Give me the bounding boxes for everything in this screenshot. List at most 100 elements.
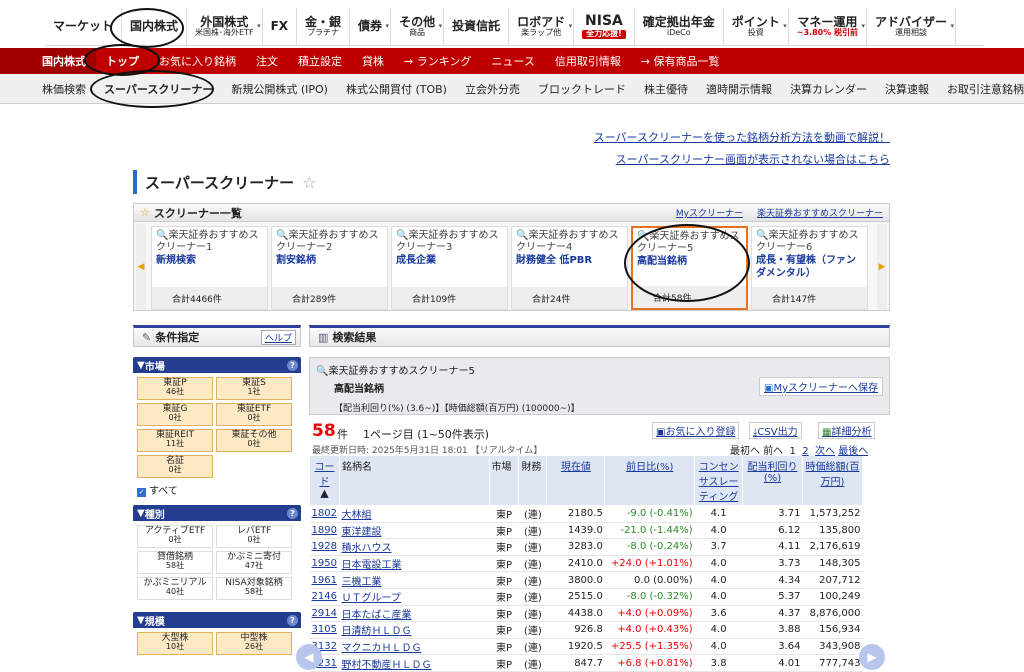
help-icon[interactable]: ? [287,359,298,371]
local-nav-item[interactable]: 信用取引情報 [545,53,631,69]
next-page-link[interactable]: 次へ [815,446,835,457]
stock-code[interactable]: 2146 [309,588,340,606]
scroll-right-arrow[interactable]: ▶ [877,224,887,310]
stock-name[interactable]: 野村不動産ＨＬＤＧ [339,654,489,672]
stock-code[interactable]: 1950 [309,555,340,573]
global-nav-item[interactable]: 金・銀 プラチナ [297,7,351,46]
stock-name[interactable]: 三機工業 [339,571,489,589]
sub-nav-item[interactable]: 株価検索 [0,81,95,97]
table-row[interactable]: 3132 マクニカＨＬＤＧ 東P (連) 1920.5 +25.5 (+1.35%) 4.0… [309,638,863,656]
global-nav-item[interactable]: 債券 ▾ [350,7,392,46]
stock-code[interactable]: 1928 [309,538,340,556]
sub-nav-item[interactable]: 株主優待 [635,81,697,97]
star-icon[interactable]: ☆ [302,173,316,192]
prev-page-link[interactable]: 前へ [763,446,783,457]
filter-button[interactable]: 大型株 10社 [137,632,213,655]
table-row[interactable]: 3231 野村不動産ＨＬＤＧ 東P (連) 847.7 +6.8 (+0.81%) 3.8 4… [309,654,863,672]
screener-card[interactable]: 🔍楽天証券おすすめスクリーナー3 成長企業 合計109件 [391,226,508,310]
screener-card[interactable]: 🔍楽天証券おすすめスクリーナー2 割安銘柄 合計289件 [271,226,388,310]
stock-name[interactable]: 日清紡ＨＬＤＧ [339,621,489,639]
filter-button[interactable]: レバETF 0社 [216,525,292,548]
global-nav-item[interactable]: FX [263,7,298,46]
help-icon[interactable]: ? [287,614,298,626]
table-row[interactable]: 1961 三機工業 東P (連) 3800.0 0.0 (0.00%) 4.0 4.34 207… [309,571,863,589]
local-nav-item[interactable]: 積立設定 [288,53,352,69]
sub-nav-item[interactable]: 決算速報 [876,81,938,97]
my-screener-link[interactable]: Myスクリーナー [676,206,749,219]
stock-name[interactable]: ＵＴグループ [339,588,489,606]
add-favorite-button[interactable]: ▣お気に入り登録 [652,422,740,439]
table-header[interactable]: 配当利回り(%) [742,455,803,506]
stock-name[interactable]: 日本たばこ産業 [339,605,489,623]
filter-button[interactable]: 東証P 46社 [137,377,213,400]
global-nav-item[interactable]: その他 商品 ▾ [391,7,445,46]
table-header[interactable]: 前日比(%) [604,455,696,506]
sub-nav-item[interactable]: 立会外分売 [456,81,529,97]
filter-button[interactable]: 名証 0社 [137,455,213,478]
global-nav-item[interactable]: 外国株式 米国株･海外ETF ▾ [187,7,263,46]
stock-name[interactable]: 大林組 [339,505,489,523]
table-row[interactable]: 2146 ＵＴグループ 東P (連) 2515.0 -8.0 (-0.32%) 4.0 5.3… [309,588,863,606]
checkbox-icon[interactable]: ✓ [137,488,146,497]
filter-button[interactable]: 東証その他 0社 [216,429,292,452]
market-section-header[interactable]: ▼ 市場? [133,357,301,373]
table-row[interactable]: 1890 東洋建設 東P (連) 1439.0 -21.0 (-1.44%) 4.0 6.12… [309,522,863,540]
save-my-screener-button[interactable]: ▣Myスクリーナーへ保存 [759,377,883,396]
local-nav-item[interactable]: ニュース [481,53,544,69]
global-nav-item[interactable]: NISA 全力応援! [574,7,635,46]
stock-name[interactable]: マクニカＨＬＤＧ [339,638,489,656]
global-nav-item[interactable]: 投資信託 [444,7,510,46]
sub-nav-item[interactable]: 適時開示情報 [697,81,781,97]
local-nav-item[interactable]: 貸株 [352,53,394,69]
scale-section-header[interactable]: ▼ 規模? [133,612,301,628]
scroll-left-arrow[interactable]: ◀ [136,224,146,310]
stock-name[interactable]: 東洋建設 [339,522,489,540]
stock-code[interactable]: 3105 [309,621,340,639]
filter-button[interactable]: 貸借銘柄 58社 [137,551,213,574]
screener-card[interactable]: 🔍楽天証券おすすめスクリーナー4 財務健全 低PBR 合計24件 [511,226,628,310]
stock-name[interactable]: 積水ハウス [339,538,489,556]
display-help-link[interactable]: スーパースクリーナー画面が表示されない場合はこちら [616,151,890,167]
select-all-checkbox[interactable]: ✓ すべて [133,482,301,501]
filter-button[interactable]: アクティブETF 0社 [137,525,213,548]
filter-button[interactable]: 東証REIT 11社 [137,429,213,452]
filter-button[interactable]: 中型株 26社 [216,632,292,655]
global-nav-item[interactable]: ポイント 投資 ▾ [724,7,789,46]
table-header[interactable]: 時価総額(百万円) [801,455,864,506]
help-button[interactable]: ヘルプ [260,329,296,345]
table-header[interactable]: 現在値 [546,455,606,506]
local-nav-item[interactable]: お気に入り銘柄 [149,53,246,69]
filter-button[interactable]: 東証ETF 0社 [216,403,292,426]
table-row[interactable]: 1950 日本電設工業 東P (連) 2410.0 +24.0 (+1.01%) 4.0 3.… [309,555,863,573]
screener-card[interactable]: 🔍楽天証券おすすめスクリーナー1 新規検索 合計4466件 [151,226,268,310]
filter-button[interactable]: NISA対象銘柄 58社 [216,577,292,600]
sub-nav-item[interactable]: ブロックトレード [529,81,635,97]
local-nav-item[interactable]: → 保有商品一覧 [631,53,730,69]
table-header[interactable]: コンセンサスレーティング [694,455,744,506]
stock-code[interactable]: 1890 [309,522,340,540]
sub-nav-item[interactable]: 新規公開株式 (IPO) [222,81,337,97]
detail-analysis-button[interactable]: ▦詳細分析 [818,422,876,439]
table-row[interactable]: 3105 日清紡ＨＬＤＧ 東P (連) 926.8 +4.0 (+0.43%) 4.0 3.8… [309,621,863,639]
screener-card[interactable]: 🔍楽天証券おすすめスクリーナー6 成長・有望株（ファンダメンタル） 合計147件 [751,226,868,310]
table-row[interactable]: 1802 大林組 東P (連) 2180.5 -9.0 (-0.41%) 4.1 3.71 1,… [309,505,863,523]
global-nav-item[interactable]: ロボアド 楽ラップ他 ▾ [509,7,575,46]
recommended-screener-link[interactable]: 楽天証券おすすめスクリーナー [757,206,889,219]
table-row[interactable]: 2914 日本たばこ産業 東P (連) 4438.0 +4.0 (+0.09%) 3.6 4.… [309,605,863,623]
page-2-link[interactable]: 2 [802,446,808,457]
table-row[interactable]: 1928 積水ハウス 東P (連) 3283.0 -8.0 (-0.24%) 3.7 4.11… [309,538,863,556]
filter-button[interactable]: 東証G 0社 [137,403,213,426]
sort-asc-icon[interactable]: ▲ [321,488,329,499]
video-help-link[interactable]: スーパースクリーナーを使った銘柄分析方法を動画で解説！ [594,129,890,145]
first-page-link[interactable]: 最初へ [730,446,760,457]
sub-nav-item[interactable]: 決算カレンダー [781,81,876,97]
stock-code[interactable]: 2914 [309,605,340,623]
filter-button[interactable]: かぶミニ寄付 47社 [216,551,292,574]
scroll-right-button[interactable]: ▶ [859,644,885,670]
local-nav-category[interactable]: 国内株式 [0,48,96,74]
last-page-link[interactable]: 最後へ [838,446,868,457]
local-nav-item[interactable]: 注文 [246,53,288,69]
local-nav-item[interactable]: → ランキング [394,53,481,69]
filter-button[interactable]: かぶミニリアル 40社 [137,577,213,600]
help-icon[interactable]: ? [287,507,298,519]
